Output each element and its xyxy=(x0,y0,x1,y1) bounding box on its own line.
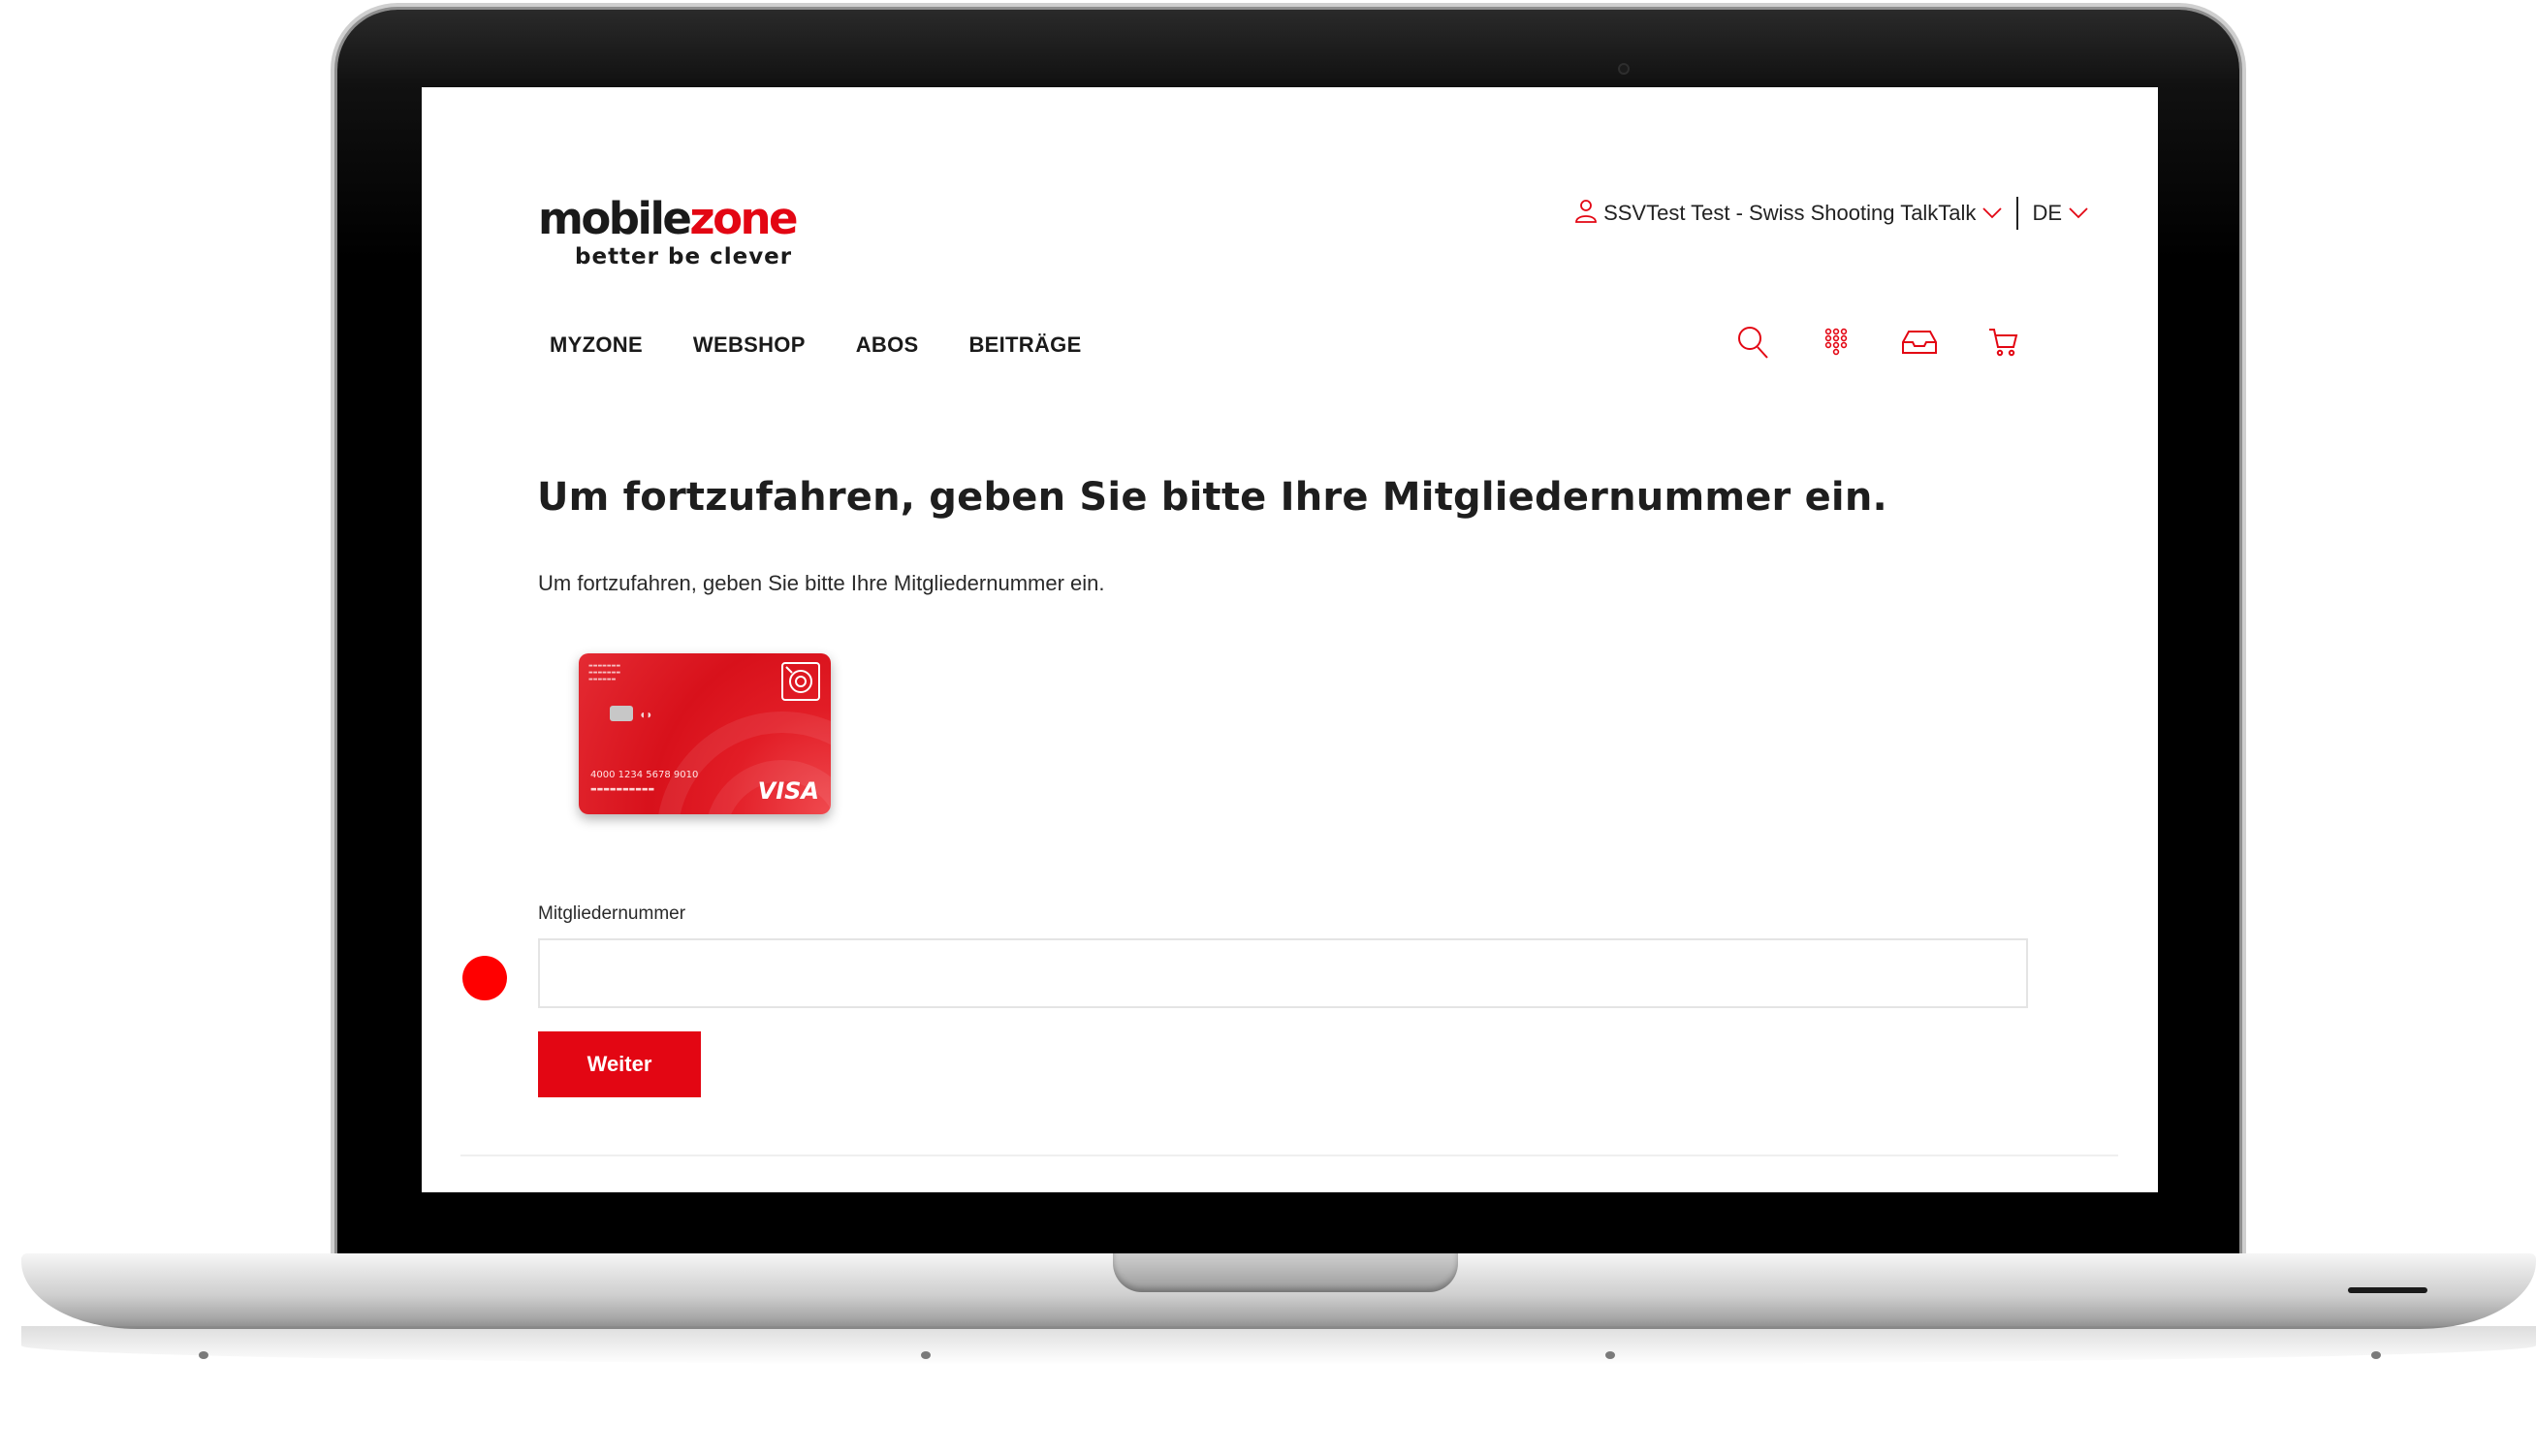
logo-wordmark: mobilezone xyxy=(538,194,819,244)
header-icons xyxy=(1730,320,2025,364)
chevron-down-icon[interactable] xyxy=(1976,201,2003,226)
visa-logo: VISA xyxy=(757,777,819,805)
card-number: 4000 1234 5678 9010 xyxy=(590,770,699,780)
grid-menu-icon[interactable] xyxy=(1814,320,1858,364)
content-divider xyxy=(460,1155,2118,1156)
logo-part-mobile: mobile xyxy=(538,193,692,244)
laptop-foot xyxy=(921,1351,931,1359)
laptop-foot xyxy=(199,1351,208,1359)
laptop-foot xyxy=(1605,1351,1615,1359)
nav-item-webshop[interactable]: WEBSHOP xyxy=(693,332,806,358)
language-selector[interactable]: DE xyxy=(2032,201,2062,226)
laptop-base-shadow xyxy=(21,1326,2536,1365)
laptop-foot xyxy=(2371,1351,2381,1359)
logo-part-zone: zone xyxy=(689,193,798,244)
user-account-label[interactable]: SSVTest Test - Swiss Shooting TalkTalk xyxy=(1603,201,1976,226)
mobilezone-logo[interactable]: mobilezone better be clever xyxy=(538,194,819,270)
user-icon[interactable] xyxy=(1574,198,1603,229)
card-small-print: ▬▬▬▬▬▬▬ ▬▬▬▬▬▬▬ ▬▬▬▬▬▬ xyxy=(588,663,621,682)
continue-button[interactable]: Weiter xyxy=(538,1031,701,1097)
laptop-slot xyxy=(2348,1287,2427,1293)
logo-tagline: better be clever xyxy=(575,244,793,269)
page-instructions: Um fortzufahren, geben Sie bitte Ihre Mi… xyxy=(538,571,1105,595)
member-number-input[interactable] xyxy=(538,938,2028,1008)
nav-item-beitraege[interactable]: BEITRÄGE xyxy=(968,332,1081,358)
indicator-dot xyxy=(462,956,507,1000)
member-number-label: Mitgliedernummer xyxy=(538,903,686,924)
card-chip-icon xyxy=(610,706,633,721)
main-navigation: MYZONE WEBSHOP ABOS BEITRÄGE xyxy=(550,332,1082,358)
member-card-image: ▬▬▬▬▬▬▬ ▬▬▬▬▬▬▬ ▬▬▬▬▬▬ ◖◗ 4000 1234 5678 9… xyxy=(579,653,831,814)
chevron-down-icon[interactable] xyxy=(2062,201,2089,226)
header-divider xyxy=(2016,197,2019,230)
laptop-camera xyxy=(1618,63,1630,75)
cart-icon[interactable] xyxy=(1981,320,2025,364)
browser-screen: mobilezone better be clever SSVTest Test… xyxy=(422,87,2158,1192)
nav-item-myzone[interactable]: MYZONE xyxy=(550,332,643,358)
search-icon[interactable] xyxy=(1730,320,1775,364)
header-account-bar: SSVTest Test - Swiss Shooting TalkTalk D… xyxy=(1488,194,2089,233)
ssv-logo-icon xyxy=(781,662,820,701)
contactless-icon: ◖◗ xyxy=(639,708,653,721)
inbox-icon[interactable] xyxy=(1897,320,1942,364)
nav-item-abos[interactable]: ABOS xyxy=(856,332,919,358)
laptop-notch xyxy=(1113,1253,1458,1292)
card-holder-placeholder: ▬▬▬▬▬▬▬▬▬▬ xyxy=(590,785,655,793)
page-title: Um fortzufahren, geben Sie bitte Ihre Mi… xyxy=(537,475,1887,520)
